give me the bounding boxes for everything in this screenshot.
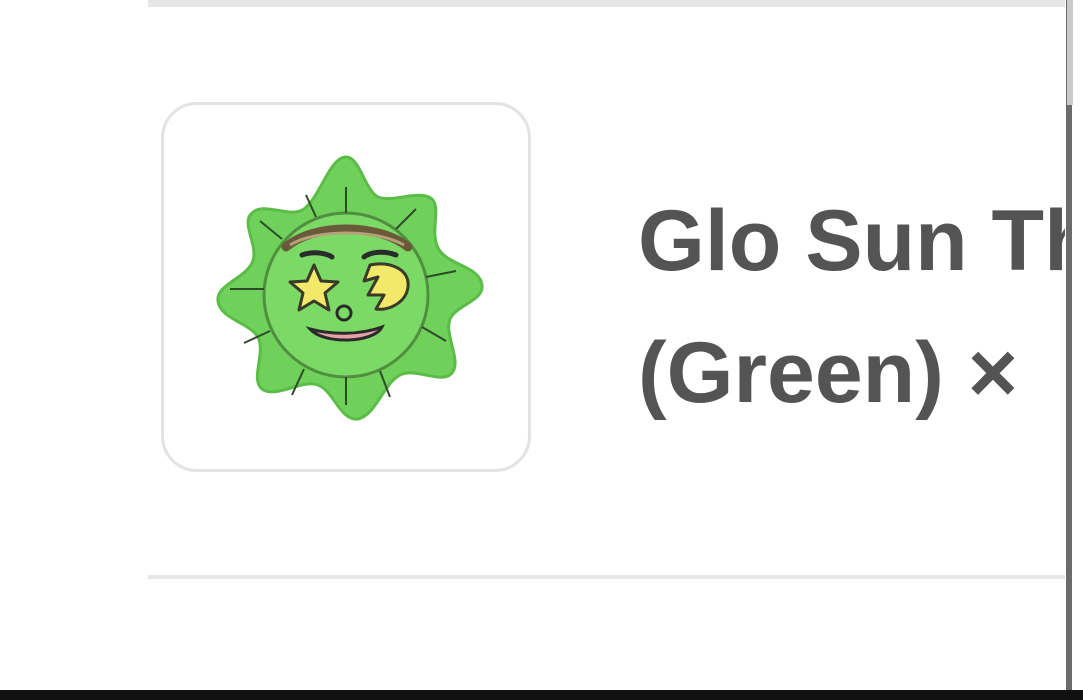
- cart-line-item[interactable]: Glo Sun Th (Green) ×: [148, 7, 1083, 575]
- scrollbar-thumb[interactable]: [1067, 0, 1073, 105]
- top-divider: [148, 0, 1068, 7]
- product-title-line-1: Glo Sun Th: [638, 193, 1083, 289]
- product-title[interactable]: Glo Sun Th (Green) ×: [638, 175, 1083, 439]
- scrollbar-rail[interactable]: [1066, 0, 1072, 700]
- cart-viewport: Glo Sun Th (Green) ×: [0, 0, 1083, 700]
- product-title-line-2: (Green) ×: [638, 325, 1018, 421]
- green-sun-plush-image: [216, 155, 484, 421]
- bottom-edge-bar: [0, 690, 1083, 700]
- product-thumbnail[interactable]: [161, 102, 531, 472]
- bottom-divider: [148, 575, 1068, 579]
